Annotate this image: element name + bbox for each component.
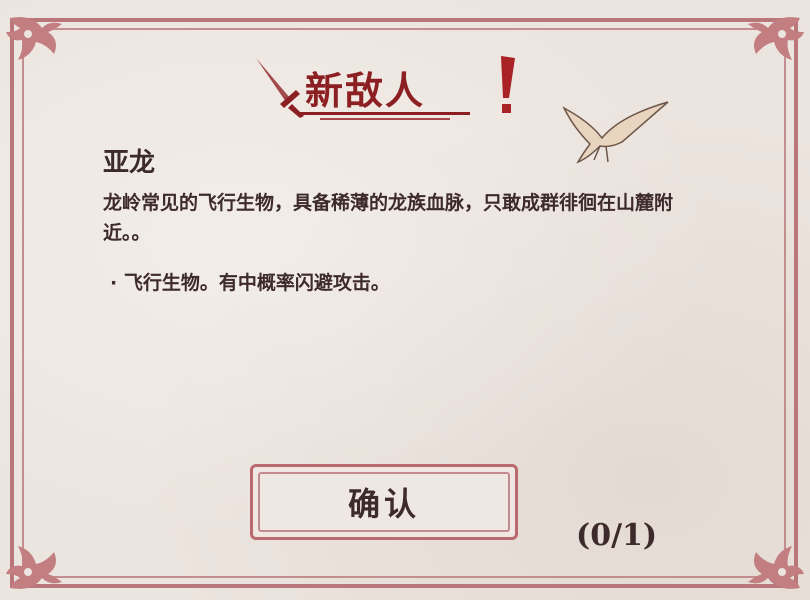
- enemy-name: 亚龙: [103, 148, 156, 178]
- exclamation-icon: [501, 56, 515, 113]
- corner-ornament-icon: [748, 546, 804, 589]
- enemy-trait: · 飞行生物。有中概率闪避攻击。: [110, 272, 390, 294]
- pterosaur-icon: [562, 101, 669, 164]
- dialog-title: 新敌人: [305, 68, 426, 113]
- confirm-button-label: 确认: [347, 485, 420, 523]
- enemy-description: 龙岭常见的飞行生物，具备稀薄的龙族血脉，只敢成群徘徊在山麓附近。。: [103, 192, 674, 244]
- corner-ornament-icon: [6, 546, 62, 589]
- progress-counter: (0/1): [576, 518, 658, 553]
- corner-ornament-icon: [748, 17, 804, 60]
- confirm-button[interactable]: 确认: [250, 464, 518, 540]
- sword-icon: [256, 58, 304, 118]
- title-underline: [300, 112, 470, 115]
- dialog-header: 新敌人: [250, 50, 540, 122]
- corner-ornament-icon: [6, 17, 62, 60]
- title-underline: [320, 118, 450, 120]
